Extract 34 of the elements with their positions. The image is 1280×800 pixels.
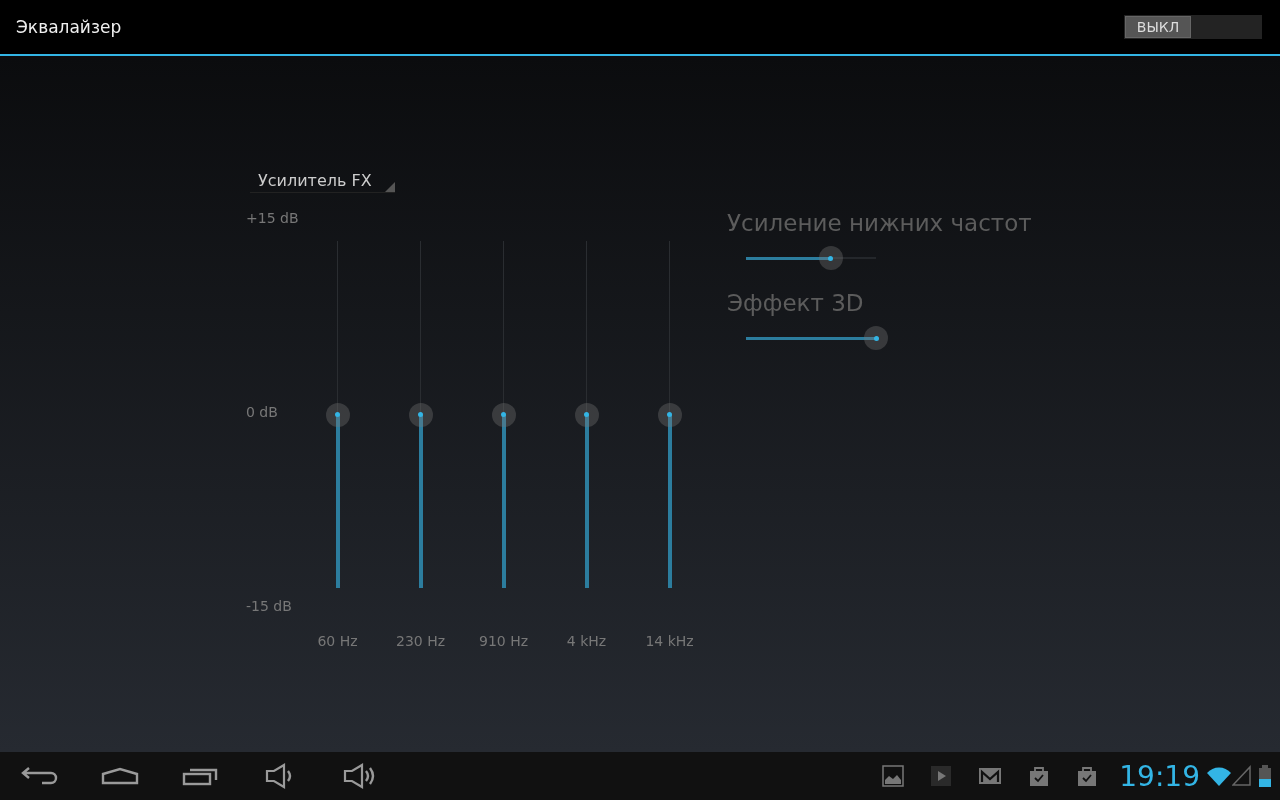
slider-thumb[interactable] <box>864 326 888 350</box>
wifi-icon <box>1206 765 1232 787</box>
slider-thumb[interactable] <box>818 246 843 270</box>
volume-up-icon[interactable] <box>343 763 377 789</box>
mail-icon[interactable] <box>978 766 1003 786</box>
slider-thumb[interactable] <box>325 402 350 427</box>
clock-time[interactable]: 19:19 <box>1119 759 1200 793</box>
band-label: 230 Hz <box>395 633 446 649</box>
recent-apps-icon[interactable] <box>182 766 218 786</box>
home-icon[interactable] <box>101 767 139 785</box>
band-label: 910 Hz <box>478 633 529 649</box>
band-label: 14 kHz <box>645 633 694 649</box>
band-label: 4 kHz <box>566 633 607 649</box>
shopping-bag-icon[interactable] <box>1028 765 1051 787</box>
scale-label: -15 dB <box>246 597 293 615</box>
dropdown-corner-icon <box>385 182 395 192</box>
screen-title: Эквалайзер <box>16 17 122 37</box>
battery-icon <box>1258 765 1272 787</box>
play-icon[interactable] <box>930 765 953 787</box>
slider-thumb[interactable] <box>574 402 599 427</box>
effect-label: Усиление нижних частот <box>727 209 1032 238</box>
scale-label: +15 dB <box>246 209 296 227</box>
toggle-switch[interactable]: ВЫКЛ <box>1124 15 1262 39</box>
slider-thumb[interactable] <box>657 402 682 427</box>
scale-label: 0 dB <box>246 403 279 421</box>
image-icon[interactable] <box>882 765 905 787</box>
switch-thumb: ВЫКЛ <box>1125 16 1191 38</box>
slider-thumb[interactable] <box>491 402 516 427</box>
band-label: 60 Hz <box>317 633 358 649</box>
effect-label: Эффект 3D <box>727 289 865 318</box>
slider-thumb[interactable] <box>408 402 433 427</box>
preset-dropdown[interactable]: Усилитель FX <box>250 168 395 193</box>
signal-icon <box>1232 765 1252 787</box>
shopping-bag-icon[interactable] <box>1076 765 1099 787</box>
